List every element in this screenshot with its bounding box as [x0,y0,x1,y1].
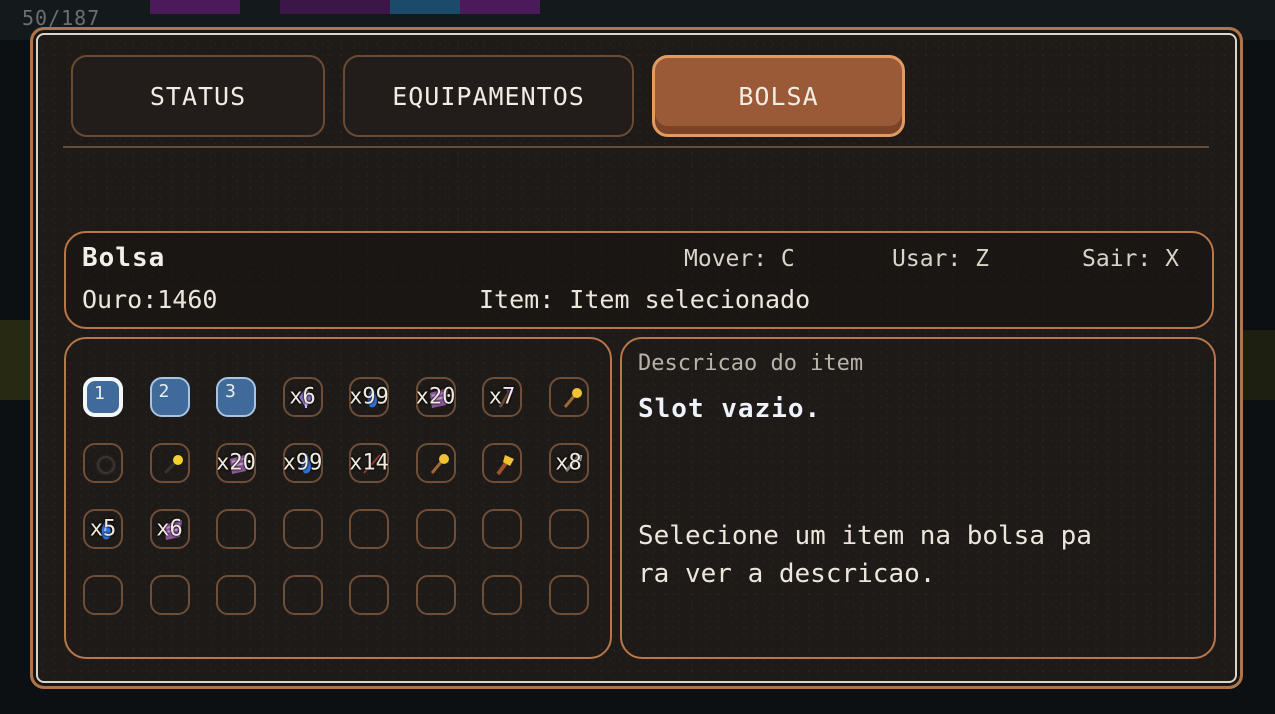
bag-slot[interactable] [548,377,589,417]
bag-slot[interactable]: x6 [282,377,323,417]
bag-slot[interactable] [415,443,456,483]
item-quantity: x99 [349,384,389,410]
bag-slot[interactable]: x5 [83,509,123,549]
background-tile [280,0,390,14]
bag-slot[interactable]: x6 [149,509,190,549]
tab-bolsa[interactable]: BOLSA [652,55,905,137]
move-hint: Mover: C [684,246,795,272]
bag-slot[interactable]: x99 [349,377,389,417]
dark-ring-icon [95,454,117,476]
selected-item-label: Item: Item selecionado [479,285,811,314]
bag-slot[interactable] [548,575,589,615]
gold-staff-icon [430,454,449,474]
item-quantity: x5 [89,516,117,542]
hotkey-slot-1[interactable]: 1 [83,377,123,417]
bag-slot[interactable]: x8 [548,443,589,483]
bag-slot[interactable] [282,575,323,615]
item-name: Slot vazio. [638,394,822,424]
bag-slot[interactable]: x20 [216,443,256,483]
bag-slot[interactable]: x99 [282,443,323,483]
hotkey-number: 1 [94,383,105,404]
item-quantity: x20 [216,450,256,476]
item-quantity: x20 [415,384,456,410]
background-tile [460,0,540,14]
use-hint: Usar: Z [892,246,989,272]
bag-slot[interactable] [149,575,190,615]
background-tile [0,320,34,400]
item-quantity: x99 [282,450,323,476]
item-description-text: Selecione um item na bolsa pa ra ver a d… [638,521,1092,589]
bag-slot-grid: 1 2 3 x6 x99 x20 x7 x20 x99 x14 x8 x5 x6 [64,337,612,659]
hotkey-slot-2[interactable]: 2 [149,377,190,417]
page-title: Bolsa [82,243,166,273]
item-quantity: x14 [349,450,389,476]
bag-slot[interactable] [149,443,190,483]
bag-slot[interactable] [83,443,123,483]
bag-slot[interactable] [349,509,389,549]
bag-slot[interactable] [415,509,456,549]
hotkey-number: 3 [225,381,236,402]
bag-slot[interactable] [482,443,522,483]
item-description-panel: Descricao do item Slot vazio. Selecione … [620,337,1216,659]
bag-slot[interactable] [482,575,522,615]
inventory-window: STATUS EQUIPAMENTOS BOLSA Bolsa Ouro:146… [30,27,1243,689]
tab-status[interactable]: STATUS [71,55,325,137]
bag-slot[interactable]: x7 [482,377,522,417]
gold-wand-icon [163,455,183,475]
bag-slot[interactable] [83,575,123,615]
item-quantity: x8 [555,450,582,476]
gold-staff-icon [563,388,582,408]
item-quantity: x7 [488,384,516,410]
tab-equipamentos[interactable]: EQUIPAMENTOS [343,55,634,137]
bag-header-panel: Bolsa Ouro:1460 Item: Item selecionado M… [64,231,1214,329]
gold-counter: Ouro:1460 [82,285,218,314]
hotkey-slot-3[interactable]: 3 [216,377,256,417]
bag-slot[interactable] [282,509,323,549]
bag-slot[interactable]: x14 [349,443,389,483]
bag-slot[interactable] [216,509,256,549]
bag-slot[interactable] [216,575,256,615]
bag-slot[interactable] [482,509,522,549]
background-tile [150,0,240,14]
item-quantity: x6 [289,384,316,410]
bag-slot[interactable] [349,575,389,615]
exit-hint: Sair: X [1082,246,1179,272]
hotkey-number: 2 [158,381,170,402]
description-label: Descricao do item [638,351,864,376]
bag-slot[interactable] [548,509,589,549]
bag-slot[interactable] [415,575,456,615]
background-tile [1241,330,1275,400]
item-quantity: x6 [156,516,183,542]
background-tile [390,0,460,14]
bag-slot[interactable]: x20 [415,377,456,417]
tab-divider [63,146,1209,148]
gold-hammer-icon [496,455,514,476]
